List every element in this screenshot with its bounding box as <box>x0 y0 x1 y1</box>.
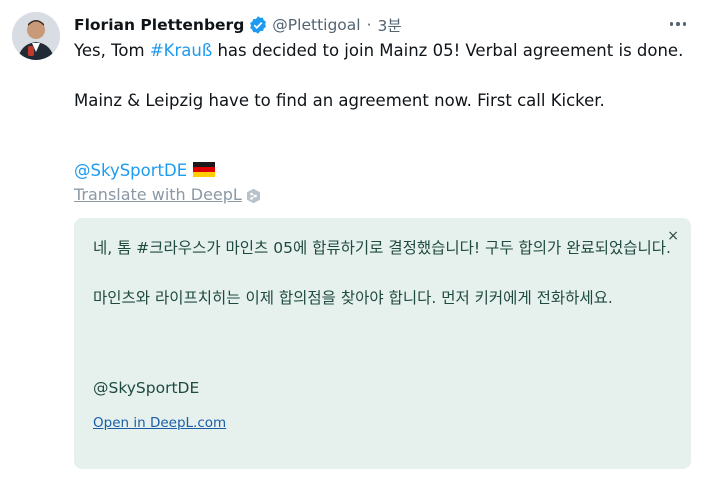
more-icon[interactable] <box>667 14 689 34</box>
verified-badge-icon <box>248 15 268 35</box>
translate-label[interactable]: Translate with DeepL <box>74 183 242 207</box>
tweet-text-b: has decided to join Mainz 05! Verbal agr… <box>212 41 684 60</box>
deepl-icon <box>246 187 261 204</box>
mention-link[interactable]: @SkySportDE <box>74 161 187 180</box>
author-name[interactable]: Florian Plettenberg <box>74 16 244 34</box>
translation-paragraph-2: 마인츠와 라이프치히는 이제 합의점을 찾아야 합니다. 먼저 키커에게 전화하… <box>93 289 613 307</box>
translate-link[interactable]: Translate with DeepL <box>74 183 261 207</box>
tweet-header: Florian Plettenberg @Plettigoal · 3분 <box>74 13 687 37</box>
translation-card: × 네, 톰 #크라우스가 마인츠 05에 합류하기로 결정했습니다! 구두 합… <box>74 218 691 469</box>
separator-dot: · <box>366 16 372 34</box>
tweet-paragraph-1: Yes, Tom #Krauß has decided to join Main… <box>74 38 684 63</box>
tweet-text: Yes, Tom #Krauß has decided to join Main… <box>74 38 684 113</box>
avatar[interactable] <box>12 12 60 60</box>
translation-paragraph-1: 네, 톰 #크라우스가 마인츠 05에 합류하기로 결정했습니다! 구두 합의가… <box>93 239 671 257</box>
tweet-text-a: Yes, Tom <box>74 41 150 60</box>
mention-line: @SkySportDE <box>74 158 216 183</box>
germany-flag-icon <box>193 159 216 177</box>
translation-text: 네, 톰 #크라우스가 마인츠 05에 합류하기로 결정했습니다! 구두 합의가… <box>93 236 671 311</box>
open-in-deepl-link[interactable]: Open in DeepL.com <box>93 415 226 431</box>
author-handle[interactable]: @Plettigoal <box>272 16 360 34</box>
hashtag-link[interactable]: #Krauß <box>150 41 212 60</box>
timestamp[interactable]: 3분 <box>378 14 402 36</box>
translation-mention[interactable]: @SkySportDE <box>93 379 199 397</box>
tweet-paragraph-2: Mainz & Leipzig have to find an agreemen… <box>74 91 605 110</box>
